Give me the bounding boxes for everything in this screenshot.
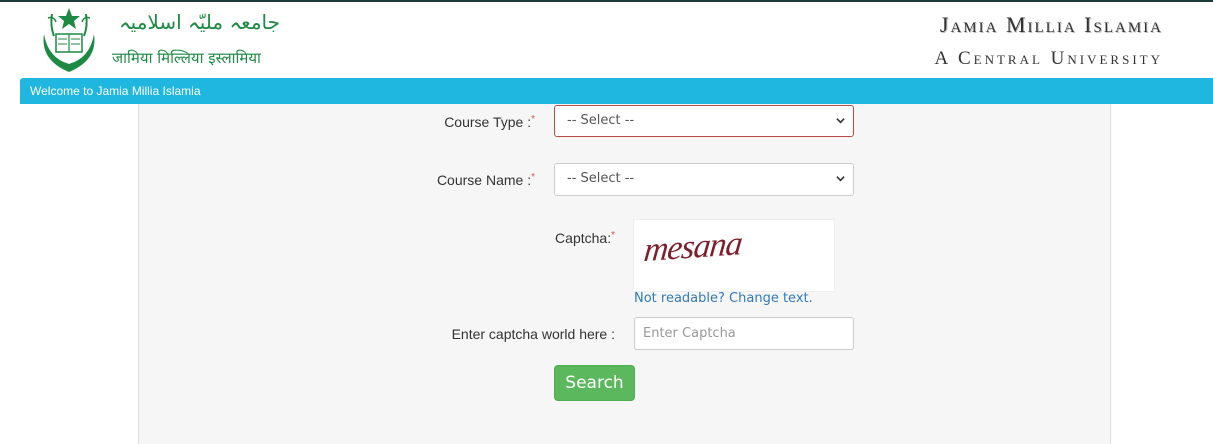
captcha-input-label: Enter captcha world here : <box>451 326 615 342</box>
captcha-image-text: mesana <box>642 224 744 270</box>
course-type-label-text: Course Type : <box>444 114 532 130</box>
search-button[interactable]: Search <box>554 365 635 401</box>
chevron-down-icon <box>836 118 845 124</box>
course-type-selected-value: -- Select -- <box>567 113 635 128</box>
required-mark: * <box>531 114 535 125</box>
captcha-image: mesana <box>633 219 835 292</box>
welcome-bar: Welcome to Jamia Millia Islamia <box>20 78 1213 104</box>
hindi-university-name: जामिया मिल्लिया इस्लामिया <box>112 49 261 67</box>
captcha-label-text: Captcha: <box>555 230 612 246</box>
change-captcha-link[interactable]: Not readable? Change text. <box>634 291 813 306</box>
chevron-down-icon <box>836 176 845 182</box>
university-subtitle: A Central University <box>934 48 1163 69</box>
course-type-select[interactable]: -- Select -- <box>554 105 854 137</box>
required-mark: * <box>531 172 535 183</box>
course-name-select[interactable]: -- Select -- <box>554 163 854 196</box>
course-name-label: Course Name :* <box>380 172 535 188</box>
course-name-selected-value: -- Select -- <box>567 171 635 186</box>
captcha-input[interactable] <box>634 317 854 350</box>
captcha-label: Captcha:* <box>480 230 615 246</box>
site-header: جامعہ ملیّہ اسلامیہ जामिया मिल्लिया इस्ल… <box>0 2 1213 78</box>
university-title: Jamia Millia Islamia <box>939 12 1163 37</box>
welcome-text: Welcome to Jamia Millia Islamia <box>30 84 201 98</box>
urdu-university-name: جامعہ ملیّہ اسلامیہ <box>118 10 280 34</box>
university-logo-icon <box>43 8 95 72</box>
required-mark: * <box>611 230 615 241</box>
course-name-label-text: Course Name : <box>436 172 532 188</box>
course-type-label: Course Type :* <box>380 114 535 130</box>
